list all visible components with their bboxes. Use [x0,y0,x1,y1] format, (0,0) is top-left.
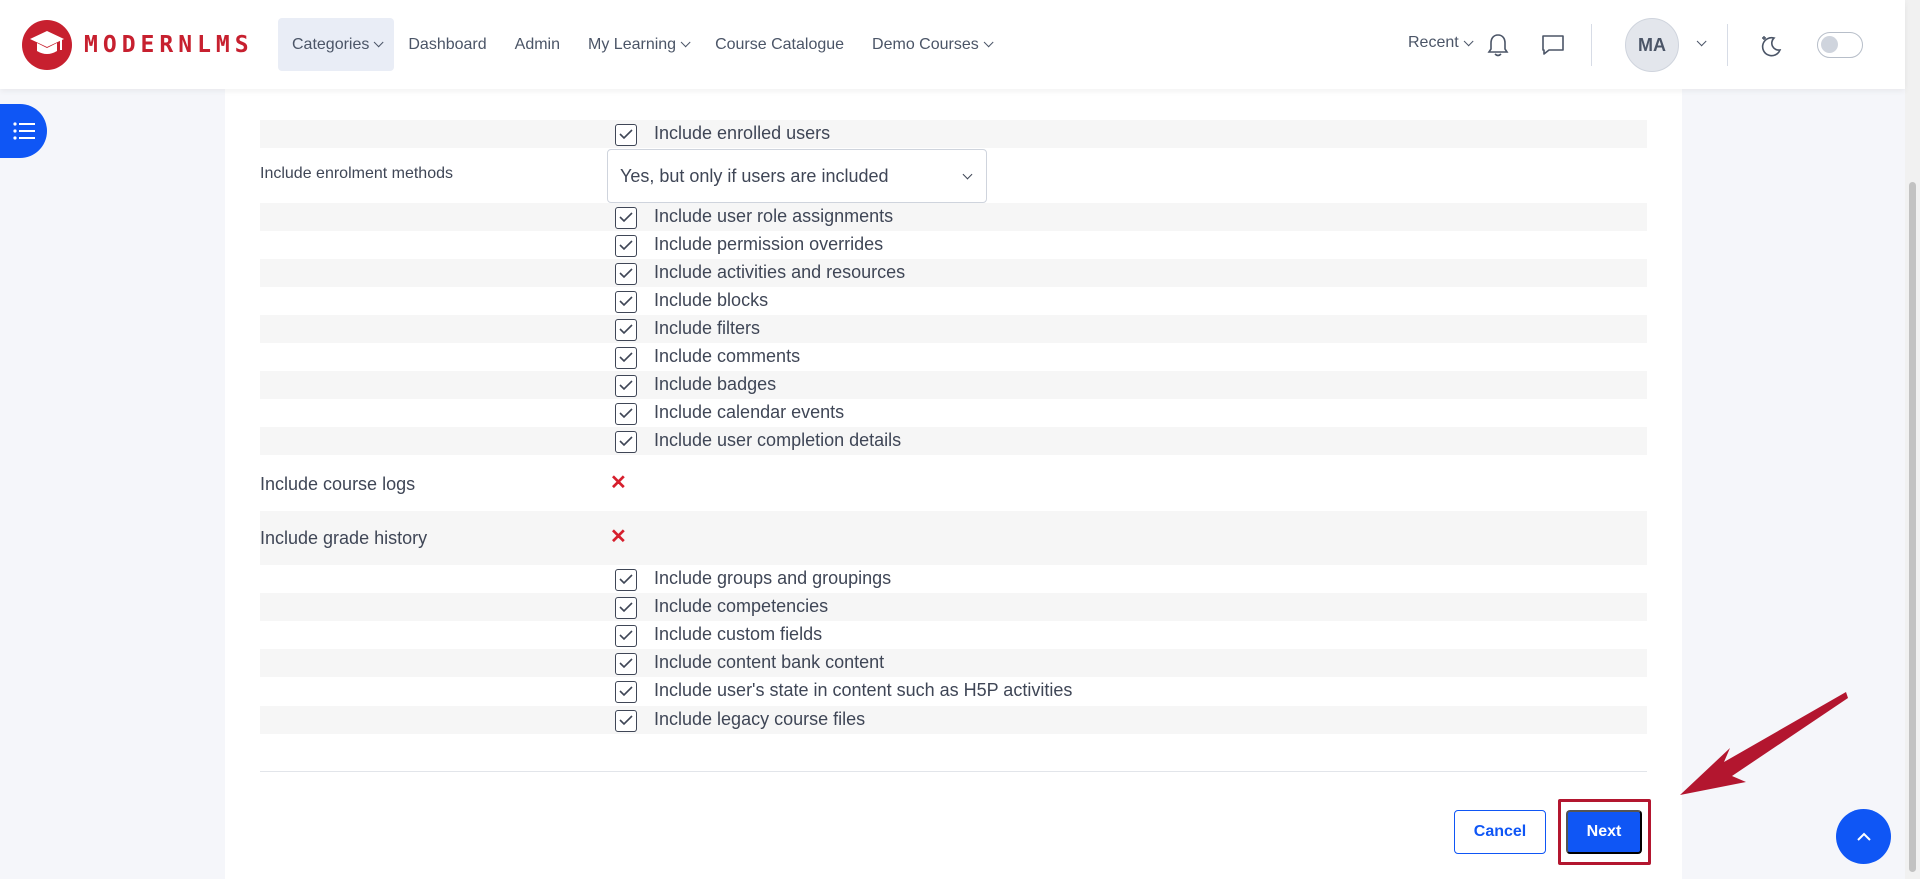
scrollbar-thumb[interactable] [1909,182,1916,872]
checkbox[interactable] [615,375,637,397]
checkbox[interactable] [615,597,637,619]
checkbox[interactable] [615,625,637,647]
checkbox[interactable] [615,291,637,313]
checkbox-label: Include custom fields [654,624,823,644]
checkbox[interactable] [615,431,637,453]
header-divider [1591,24,1592,66]
checkbox-label: Include enrolled users [654,123,831,143]
nav-course-catalogue[interactable]: Course Catalogue [701,18,858,71]
course-index-toggle[interactable] [0,104,47,158]
recent-menu[interactable]: Recent [1408,34,1474,52]
nav-label: Categories [292,35,370,53]
nav-admin[interactable]: Admin [501,18,574,71]
checkbox[interactable] [615,235,637,257]
checkbox-label: Include legacy course files [654,709,866,729]
setting-row: Include comments [260,343,1647,371]
setting-row: Include permission overrides [260,231,1647,259]
setting-row: Include badges [260,371,1647,399]
setting-row: Include user role assignments [260,203,1647,231]
chevron-down-icon [680,37,691,48]
nav-my-learning[interactable]: My Learning [574,18,701,71]
setting-label: Include grade history [260,528,428,548]
checkbox[interactable] [615,681,637,703]
setting-row-grade-history: Include grade history ✕ [260,511,1647,565]
checkbox[interactable] [615,347,637,369]
nav-categories[interactable]: Categories [278,18,395,71]
bell-icon[interactable] [1487,33,1509,62]
checkbox[interactable] [615,403,637,425]
checkbox-label: Include content bank content [654,652,885,672]
setting-row: Include legacy course files [260,706,1647,734]
checkbox-label: Include user's state in content such as … [654,680,1073,700]
setting-row-course-logs: Include course logs ✕ [260,458,1647,510]
chevron-down-icon [1463,36,1474,47]
nav-label: Course Catalogue [715,35,845,53]
checkbox-label: Include comments [654,346,801,366]
setting-row: Include custom fields [260,621,1647,649]
checkbox-label: Include calendar events [654,402,845,422]
setting-row: Include groups and groupings [260,565,1647,593]
setting-row: Include activities and resources [260,259,1647,287]
chevron-down-icon [374,37,384,48]
chevron-down-icon [962,169,973,180]
setting-row: Include filters [260,315,1647,343]
graduation-cap-icon [22,20,72,70]
checkbox-label: Include user role assignments [654,206,894,226]
chat-icon[interactable] [1541,33,1565,62]
brand-logo-link[interactable]: MODERNLMS [22,20,254,70]
avatar-initials: MA [1638,34,1666,55]
dark-mode-icon[interactable] [1759,34,1783,63]
checkbox[interactable] [615,569,637,591]
checkbox[interactable] [615,319,637,341]
chevron-up-icon [1856,832,1871,841]
no-icon: ✕ [610,472,627,494]
header-divider [1727,24,1728,66]
checkbox[interactable] [615,207,637,229]
checkbox-label: Include groups and groupings [654,568,892,588]
checkbox-label: Include blocks [654,290,769,310]
checkbox[interactable] [615,263,637,285]
chevron-down-icon [983,37,994,48]
back-to-top-button[interactable] [1836,809,1891,864]
checkbox-label: Include filters [654,318,761,338]
checkbox-label: Include badges [654,374,777,394]
setting-row: Include blocks [260,287,1647,315]
list-icon [12,122,35,140]
nav-label: Dashboard [408,35,487,53]
annotation-arrow-icon [1680,692,1848,795]
chevron-down-icon[interactable] [1696,36,1707,47]
brand-name: MODERNLMS [84,32,254,58]
theme-toggle[interactable] [1817,32,1863,58]
nav-label: Admin [514,35,561,53]
annotation-highlight-box [1558,799,1651,865]
nav-demo-courses[interactable]: Demo Courses [858,18,1004,71]
nav-label: My Learning [588,35,677,53]
checkbox-label: Include user completion details [654,430,902,450]
setting-row: Include calendar events [260,399,1647,427]
setting-row: Include competencies [260,593,1647,621]
enrolment-methods-select[interactable]: Yes, but only if users are included [607,149,987,203]
no-icon: ✕ [610,526,627,548]
top-navbar: MODERNLMS Categories Dashboard Admin My … [0,0,1905,89]
cancel-button[interactable]: Cancel [1454,810,1546,854]
setting-row: Include enrolled users [260,120,1647,148]
nav-dashboard[interactable]: Dashboard [394,18,500,71]
avatar[interactable]: MA [1625,18,1679,72]
setting-label: Include enrolment methods [260,165,453,182]
checkbox-label: Include activities and resources [654,262,906,282]
checkbox-include-enrolled-users[interactable] [615,124,637,146]
setting-row: Include user completion details [260,427,1647,455]
nav-label: Demo Courses [872,35,979,53]
checkbox[interactable] [615,653,637,675]
checkbox[interactable] [615,710,637,732]
form-divider [260,771,1647,772]
primary-nav: Categories Dashboard Admin My Learning C… [278,18,1004,71]
setting-row: Include user's state in content such as … [260,677,1647,705]
recent-label: Recent [1408,34,1459,51]
checkbox-label: Include competencies [654,596,829,616]
setting-label: Include course logs [260,474,416,494]
checkbox-label: Include permission overrides [654,234,884,254]
select-value: Yes, but only if users are included [620,166,889,186]
setting-row: Include content bank content [260,649,1647,677]
